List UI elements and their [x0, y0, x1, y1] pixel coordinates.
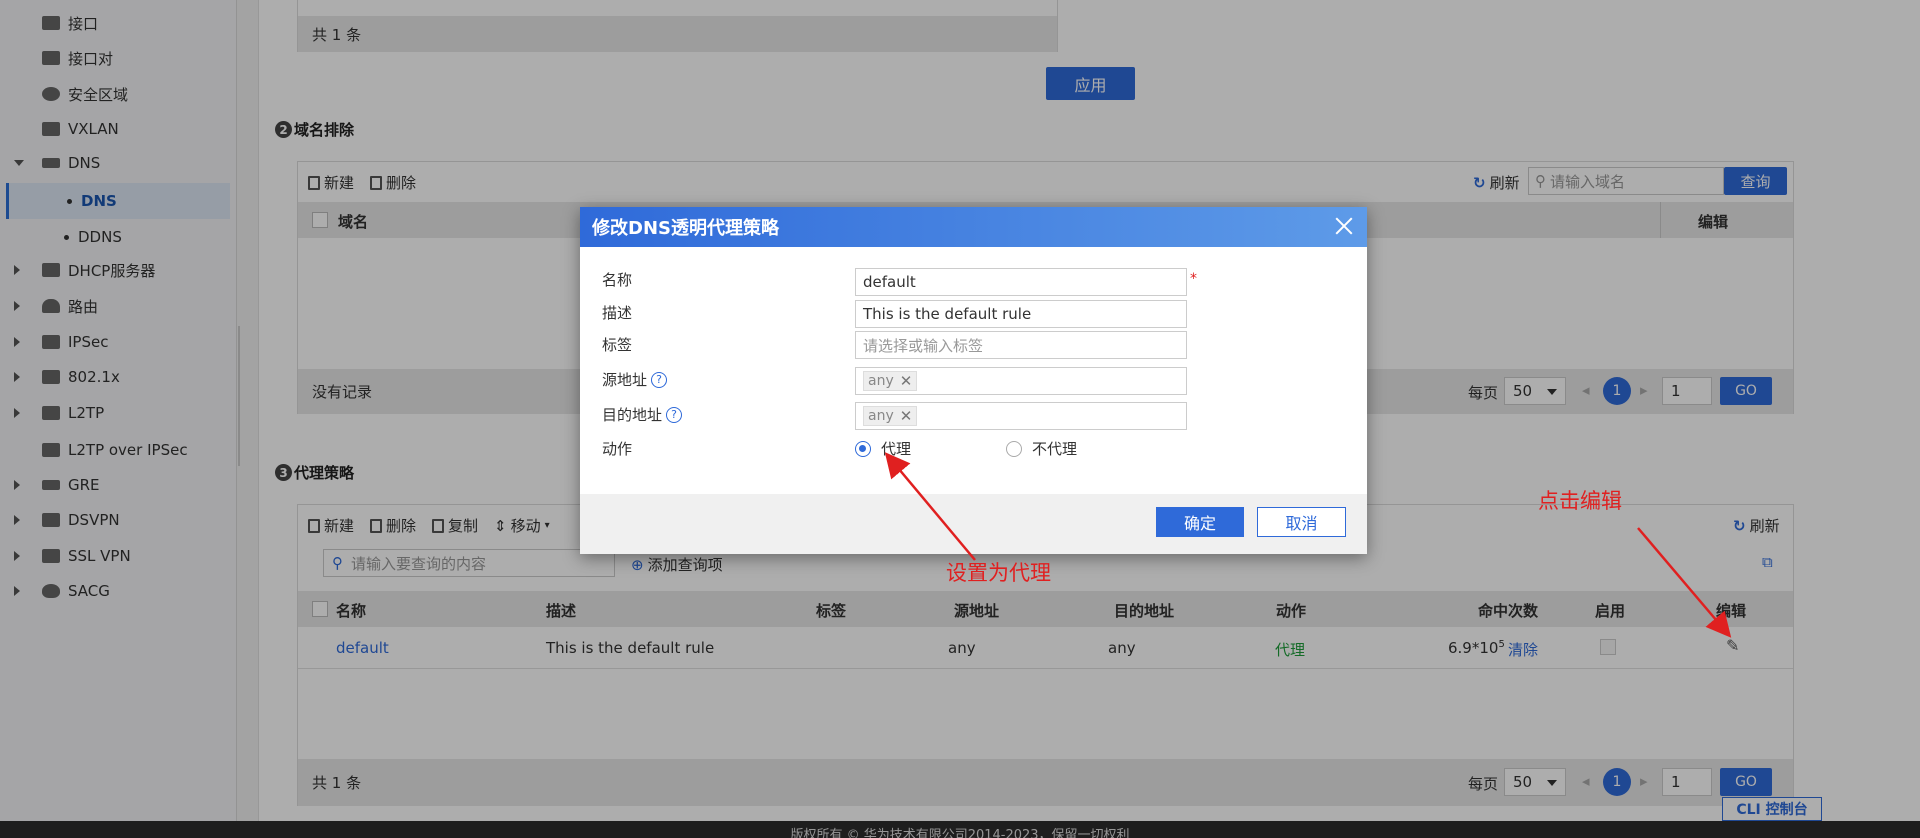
arrow-to-proxy-radio: [884, 452, 976, 561]
annotation-arrows: [884, 452, 1732, 638]
annotation-set-proxy: 设置为代理: [946, 561, 1051, 585]
annotation-click-edit: 点击编辑: [1538, 489, 1622, 513]
arrow-to-edit-icon: [1637, 527, 1732, 638]
